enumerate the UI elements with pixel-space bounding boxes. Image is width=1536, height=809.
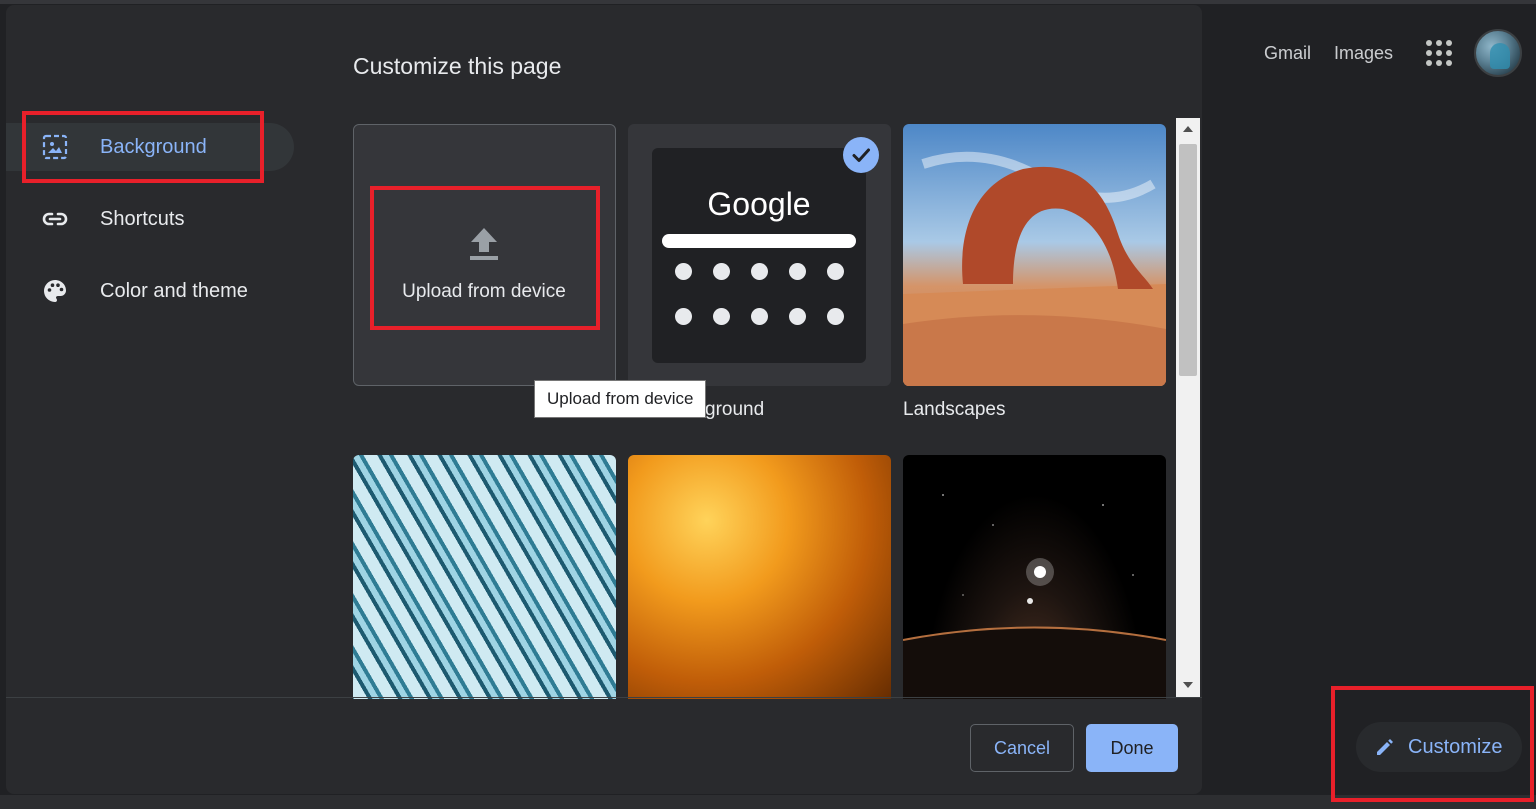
landscapes-tile[interactable] (903, 124, 1166, 386)
apps-grid-icon[interactable] (1416, 30, 1462, 76)
footer-divider (6, 697, 1202, 698)
texture-tile[interactable] (628, 455, 891, 699)
page-bottom-strip (0, 795, 1536, 809)
page-top-strip (0, 0, 1536, 4)
nav-label-shortcuts: Shortcuts (100, 207, 185, 230)
nav-label-background: Background (100, 135, 207, 158)
pencil-icon (1374, 736, 1396, 758)
background-tiles: Upload from device Google ground Landsca… (353, 124, 1166, 699)
customize-dialog: Customize this page Background Shortcuts (6, 5, 1202, 794)
upload-tooltip: Upload from device (534, 380, 707, 418)
no-background-tile[interactable]: Google (628, 124, 891, 386)
palette-icon (40, 276, 70, 306)
gmail-link[interactable]: Gmail (1264, 43, 1311, 64)
upload-button[interactable]: Upload from device (384, 203, 584, 323)
no-background-label: ground (705, 399, 765, 420)
landscape-image (903, 151, 1166, 386)
preview-shortcut-dots (664, 263, 854, 325)
ntp-header: Gmail Images (1264, 29, 1522, 77)
apps-grid-dots (1426, 40, 1452, 66)
nav-item-background[interactable]: Background (6, 123, 294, 171)
account-avatar[interactable] (1474, 29, 1522, 77)
ntp-preview: Google (652, 148, 866, 363)
landscapes-label: Landscapes (903, 399, 1006, 420)
customize-button[interactable]: Customize (1356, 722, 1522, 772)
tiles-scrollbar[interactable] (1176, 118, 1200, 698)
upload-from-device-tile[interactable]: Upload from device (353, 124, 616, 386)
architecture-tile[interactable] (353, 455, 616, 699)
check-icon (843, 137, 879, 173)
customize-label: Customize (1408, 735, 1503, 758)
space-tile[interactable] (903, 455, 1166, 699)
space-image (903, 494, 1166, 699)
image-icon (40, 132, 70, 162)
google-logo-text: Google (707, 186, 811, 222)
preview-search-bar (662, 234, 856, 248)
done-button[interactable]: Done (1086, 724, 1178, 772)
dialog-nav: Background Shortcuts Color and theme (6, 123, 294, 339)
upload-icon (467, 224, 501, 267)
nav-label-color-and-theme: Color and theme (100, 279, 248, 302)
upload-label: Upload from device (402, 280, 566, 302)
scroll-up-icon[interactable] (1176, 120, 1200, 138)
scroll-down-icon[interactable] (1176, 676, 1200, 694)
scroll-thumb[interactable] (1179, 144, 1197, 376)
nav-item-color-and-theme[interactable]: Color and theme (6, 267, 294, 315)
cancel-button[interactable]: Cancel (970, 724, 1074, 772)
link-icon (40, 204, 70, 234)
images-link[interactable]: Images (1334, 43, 1393, 64)
dialog-title: Customize this page (353, 53, 562, 79)
nav-item-shortcuts[interactable]: Shortcuts (6, 195, 294, 243)
